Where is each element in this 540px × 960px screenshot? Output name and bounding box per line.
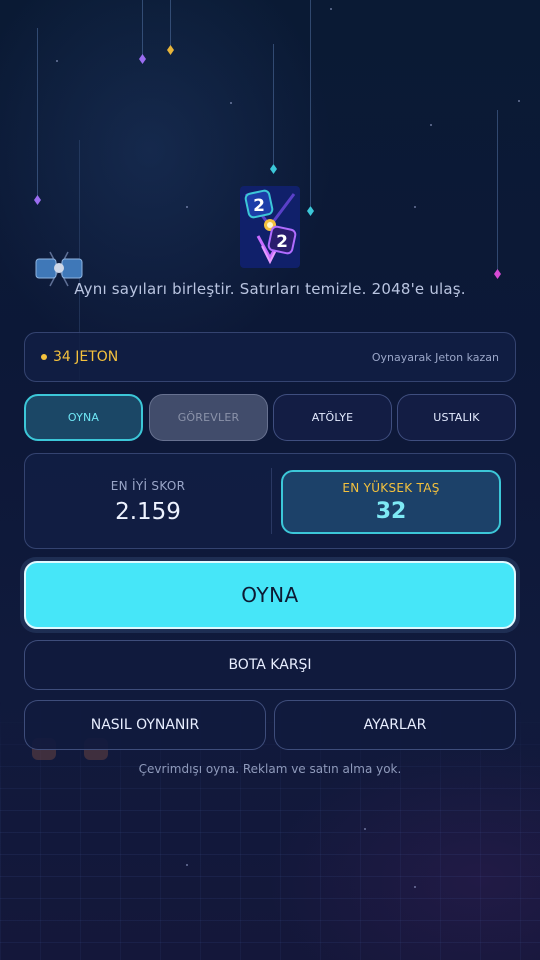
coin-icon (41, 354, 47, 360)
highest-tile-label: EN YÜKSEK TAŞ (342, 480, 440, 495)
star (330, 8, 332, 10)
star (56, 60, 58, 62)
star (414, 886, 416, 888)
best-score: EN İYİ SKOR 2.159 (25, 454, 271, 550)
best-score-label: EN İYİ SKOR (110, 479, 186, 493)
highest-tile: EN YÜKSEK TAŞ 32 (281, 470, 501, 534)
star (430, 124, 432, 126)
gem-icon (270, 164, 277, 174)
hanging-line (37, 28, 38, 196)
tab-workshop[interactable]: ATÖLYE (273, 394, 392, 441)
star (518, 100, 520, 102)
tab-mastery[interactable]: USTALIK (397, 394, 516, 441)
tagline: Aynı sayıları birleştir. Satırları temiz… (74, 280, 466, 298)
hanging-line (273, 44, 274, 164)
star (186, 206, 188, 208)
stats-panel: EN İYİ SKOR 2.159 EN YÜKSEK TAŞ 32 (24, 453, 516, 549)
hanging-line (142, 0, 143, 55)
star (186, 864, 188, 866)
coin-balance: 34 JETON (41, 349, 118, 365)
gem-icon (307, 206, 314, 216)
hanging-line (310, 0, 311, 206)
best-score-value: 2.159 (115, 499, 181, 525)
vs-bot-button[interactable]: BOTA KARŞI (24, 640, 516, 690)
logo-tile-bottom: 2 (276, 232, 288, 252)
star (230, 102, 232, 104)
divider (271, 468, 272, 534)
hanging-line (170, 0, 171, 46)
logo-tile-top: 2 (253, 196, 265, 216)
coin-label: 34 JETON (53, 349, 119, 365)
play-button[interactable]: OYNA (20, 557, 520, 633)
highest-tile-value: 32 (375, 498, 407, 524)
gem-icon (167, 45, 174, 55)
play-button-label[interactable]: OYNA (24, 561, 516, 629)
gem-icon (494, 269, 501, 279)
hanging-line (497, 110, 498, 270)
star (414, 206, 416, 208)
gem-icon (139, 54, 146, 64)
star (364, 828, 366, 830)
tab-play[interactable]: OYNA (24, 394, 143, 441)
coin-bar: 34 JETON Oynayarak Jeton kazan (24, 332, 516, 382)
footnote: Çevrimdışı oyna. Reklam ve satın alma yo… (138, 762, 402, 776)
gem-icon (34, 195, 41, 205)
game-logo: 2 2 (240, 186, 300, 268)
coin-hint: Oynayarak Jeton kazan (371, 350, 499, 364)
settings-button[interactable]: AYARLAR (274, 700, 516, 750)
how-to-play-button[interactable]: NASIL OYNANIR (24, 700, 266, 750)
tab-missions[interactable]: GÖREVLER (149, 394, 268, 441)
